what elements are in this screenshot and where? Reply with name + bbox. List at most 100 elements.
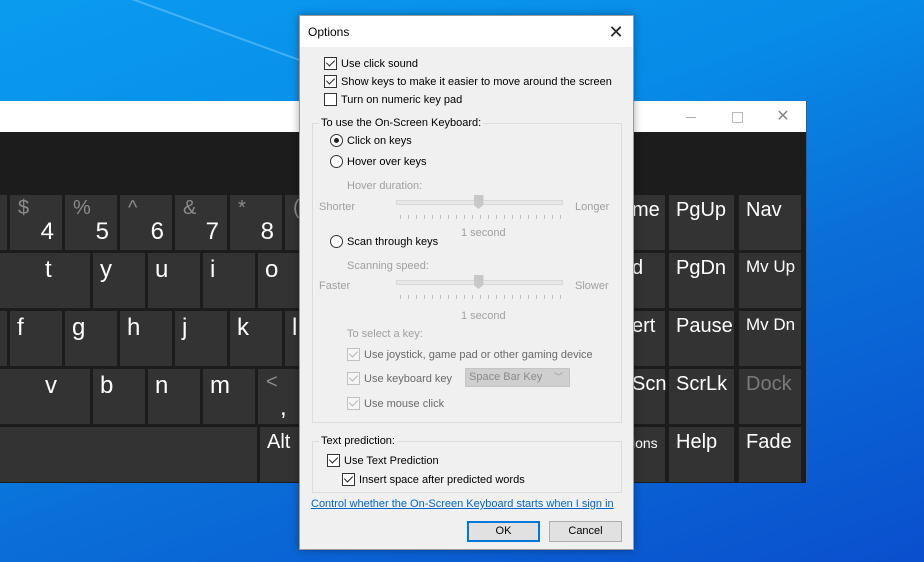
slider-thumb[interactable] [473,195,484,209]
checkbox-icon[interactable] [327,454,340,467]
slider-tick [496,295,497,299]
joystick-checkbox[interactable]: Use joystick, game pad or other gaming d… [347,348,593,361]
key-scn[interactable]: Scn [630,369,667,424]
checkbox-icon[interactable] [324,93,337,106]
key-pgup[interactable]: PgUp [669,195,734,250]
show-keys-checkbox[interactable]: Show keys to make it easier to move arou… [324,75,612,88]
key-i[interactable]: i [203,253,255,308]
key-h[interactable]: h [120,311,172,366]
key-8[interactable]: * 8 [230,195,282,250]
slider-tick [520,295,521,299]
key-mv-up[interactable]: Mv Up [739,253,801,308]
key-label: me [632,199,660,221]
key-label: Help [676,431,718,453]
slider-tick [488,215,489,219]
slider-tick [400,295,401,299]
key-b[interactable]: b [93,369,145,424]
hover-max-label: Longer [575,201,610,213]
slider-tick [504,295,505,299]
key-6[interactable]: ^ 6 [120,195,172,250]
click-on-keys-radio[interactable]: Click on keys [330,134,412,147]
key-fade[interactable]: Fade [739,427,801,482]
key-g[interactable]: g [65,311,117,366]
group-legend: Text prediction: [319,435,397,447]
startup-settings-link[interactable]: Control whether the On-Screen Keyboard s… [311,498,614,510]
scan-through-keys-radio[interactable]: Scan through keys [330,235,438,248]
keyboard-close-button[interactable]: ✕ [768,107,798,127]
key-d[interactable] [0,311,7,366]
key-pgdn[interactable]: PgDn [669,253,734,308]
checkbox-label: Turn on numeric key pad [341,93,463,106]
key-t[interactable]: t [38,253,90,308]
checkbox-icon[interactable] [342,473,355,486]
checkbox-icon[interactable] [324,57,337,70]
key-nav[interactable]: Nav [739,195,801,250]
key-dock[interactable]: Dock [739,369,801,424]
hover-over-keys-radio[interactable]: Hover over keys [330,155,426,168]
key-y[interactable]: y [93,253,145,308]
key-pause[interactable]: Pause [669,311,734,366]
ok-button[interactable]: OK [467,521,540,542]
key-d[interactable]: d [630,253,665,308]
spacebar-key[interactable] [0,427,257,482]
radio-icon[interactable] [330,134,343,147]
key-c[interactable] [0,369,38,424]
key-main-label: o [265,256,279,283]
hover-duration-slider[interactable] [396,195,566,221]
key-r[interactable] [0,253,38,308]
checkbox-icon[interactable] [347,372,360,385]
slider-tick [456,215,457,219]
checkbox-icon[interactable] [347,348,360,361]
hover-duration-label: Hover duration: [347,180,423,192]
key-ions[interactable]: ions [630,427,665,482]
radio-label: Hover over keys [347,155,427,168]
select-value: Space Bar Key [469,371,543,383]
key-j[interactable]: j [175,311,227,366]
checkbox-label: Insert space after predicted words [359,473,525,486]
slider-tick [472,215,473,219]
radio-label: Scan through keys [347,235,439,248]
cancel-button[interactable]: Cancel [549,521,622,542]
key-label: Scn [632,373,667,395]
slider-tick [552,215,553,219]
slider-tick [440,215,441,219]
key-n[interactable]: n [148,369,200,424]
close-icon[interactable]: ✕ [605,21,627,43]
slider-tick [416,295,417,299]
checkbox-icon[interactable] [347,397,360,410]
scanning-speed-slider[interactable] [396,275,566,301]
key-me[interactable]: me [630,195,665,250]
key-scrlk[interactable]: ScrLk [669,369,734,424]
key-m[interactable]: m [203,369,255,424]
key-mv-dn[interactable]: Mv Dn [739,311,801,366]
radio-icon[interactable] [330,155,343,168]
mouse-click-checkbox[interactable]: Use mouse click [347,397,444,410]
keyboard-key-select[interactable]: Space Bar Key ﹀ [465,368,570,387]
insert-space-checkbox[interactable]: Insert space after predicted words [342,473,525,486]
radio-icon[interactable] [330,235,343,248]
checkbox-icon[interactable] [324,75,337,88]
scan-min-label: Faster [319,280,351,292]
minimize-button[interactable] [676,107,706,127]
key-v[interactable]: v [38,369,90,424]
key-5[interactable]: % 5 [65,195,117,250]
key-main-label: n [155,372,169,399]
slider-thumb[interactable] [473,275,484,289]
key-ert[interactable]: ert [630,311,665,366]
use-text-prediction-checkbox[interactable]: Use Text Prediction [327,454,439,467]
key-label: ions [632,435,658,451]
keyboard-key-checkbox[interactable]: Use keyboard key [347,372,452,385]
slider-tick [448,215,449,219]
use-click-sound-checkbox[interactable]: Use click sound [324,57,418,70]
key-u[interactable]: u [148,253,200,308]
slider-tick [424,295,425,299]
key-4[interactable]: $4 [10,195,62,250]
checkbox-label: Use Text Prediction [344,454,439,467]
key-f[interactable]: f [10,311,62,366]
key-3[interactable] [0,195,7,250]
numeric-key-pad-checkbox[interactable]: Turn on numeric key pad [324,93,462,106]
maximize-button[interactable] [722,107,752,127]
key-7[interactable]: & 7 [175,195,227,250]
key-k[interactable]: k [230,311,282,366]
key-help[interactable]: Help [669,427,734,482]
